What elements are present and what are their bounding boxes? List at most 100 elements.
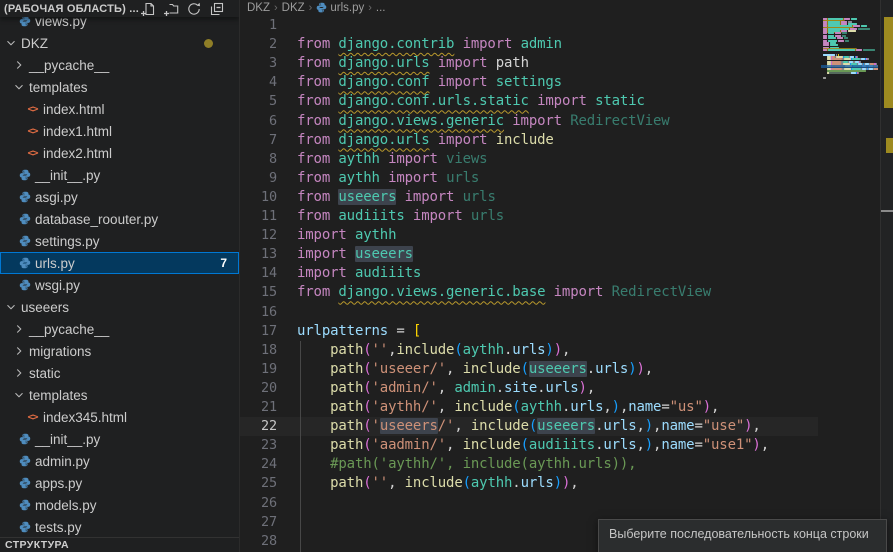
chevron-right-icon[interactable] <box>12 344 26 358</box>
outline-section-header[interactable]: СТРУКТУРА <box>0 537 239 552</box>
tree-item-admin.py[interactable]: admin.py <box>0 450 239 472</box>
tree-item-settings.py[interactable]: settings.py <box>0 230 239 252</box>
code-area[interactable]: 12 from django.contrib import admin3from … <box>240 0 893 552</box>
line-number[interactable]: 27 <box>240 513 277 532</box>
tree-item-index.html[interactable]: <>index.html <box>0 98 239 120</box>
code-line-13[interactable]: 13 import useeers <box>240 245 818 264</box>
line-number[interactable]: 16 <box>240 303 277 322</box>
tree-item-templates[interactable]: templates <box>0 384 239 406</box>
line-number[interactable]: 11 <box>240 207 277 226</box>
code-line-22[interactable]: 22 path('useeers/', include(useeers.urls… <box>240 417 818 436</box>
new-file-icon[interactable] <box>140 1 156 17</box>
line-number[interactable]: 19 <box>240 360 277 379</box>
line-number[interactable]: 7 <box>240 131 277 150</box>
line-number[interactable]: 26 <box>240 494 277 513</box>
code-line-23[interactable]: 23 path('aadmin/', include(audiiits.urls… <box>240 436 818 455</box>
new-folder-icon[interactable] <box>163 1 179 17</box>
code-line-18[interactable]: 18 path('',include(aythh.urls)), <box>240 341 818 360</box>
code-line-24[interactable]: 24 #path('aythh/', include(aythh.urls)), <box>240 455 818 474</box>
editor-pane[interactable]: DKZ›DKZ›urls.py›... 12from django.contri… <box>240 0 893 552</box>
chevron-right-icon[interactable] <box>12 58 26 72</box>
tree-item-migrations[interactable]: migrations <box>0 340 239 362</box>
code-line-25[interactable]: 25 path('', include(aythh.urls)), <box>240 474 818 493</box>
line-number[interactable]: 17 <box>240 322 277 341</box>
line-number[interactable]: 2 <box>240 35 277 54</box>
line-number[interactable]: 20 <box>240 379 277 398</box>
code-line-10[interactable]: 10from useeers import urls <box>240 188 818 207</box>
line-number[interactable]: 25 <box>240 474 277 493</box>
chevron-down-icon[interactable] <box>4 300 18 314</box>
code-line-16[interactable]: 16 <box>240 303 818 322</box>
chevron-down-icon[interactable] <box>12 80 26 94</box>
collapse-folders-icon[interactable] <box>209 1 225 17</box>
code-line-20[interactable]: 20 path('admin/', admin.site.urls), <box>240 379 818 398</box>
chevron-down-icon[interactable] <box>4 36 18 50</box>
tree-item-__init__.py[interactable]: __init__.py <box>0 164 239 186</box>
tree-item-urls.py[interactable]: urls.py7 <box>0 252 239 274</box>
tree-item-DKZ[interactable]: DKZ <box>0 32 239 54</box>
code-line-6[interactable]: 6from django.views.generic import Redire… <box>240 112 818 131</box>
tree-item-apps.py[interactable]: apps.py <box>0 472 239 494</box>
code-line-3[interactable]: 3from django.urls import path <box>240 54 818 73</box>
code-line-21[interactable]: 21 path('aythh/', include(aythh.urls,),n… <box>240 398 818 417</box>
line-number[interactable]: 18 <box>240 341 277 360</box>
code-line-8[interactable]: 8from aythh import views <box>240 150 818 169</box>
line-number[interactable]: 13 <box>240 245 277 264</box>
code-line-7[interactable]: 7from django.urls import include <box>240 131 818 150</box>
line-number[interactable]: 14 <box>240 264 277 283</box>
line-number[interactable]: 3 <box>240 54 277 73</box>
code-text: path('useeer/', include(useeers.urls)), <box>297 360 653 379</box>
code-text: import useeers <box>297 245 413 264</box>
tree-item-useeers[interactable]: useeers <box>0 296 239 318</box>
tree-item-wsgi.py[interactable]: wsgi.py <box>0 274 239 296</box>
tree-item-static[interactable]: static <box>0 362 239 384</box>
chevron-right-icon[interactable] <box>12 366 26 380</box>
chevron-down-icon[interactable] <box>12 388 26 402</box>
tree-item-label: index345.html <box>43 410 127 425</box>
tree-item-models.py[interactable]: models.py <box>0 494 239 516</box>
explorer-section-header[interactable]: (РАБОЧАЯ ОБЛАСТЬ) ... <box>0 0 239 17</box>
tree-item-templates[interactable]: templates <box>0 76 239 98</box>
code-line-26[interactable]: 26 <box>240 494 818 513</box>
tree-item-__pycache__[interactable]: __pycache__ <box>0 54 239 76</box>
line-number[interactable]: 1 <box>240 16 277 35</box>
refresh-explorer-icon[interactable] <box>186 1 202 17</box>
line-number[interactable]: 24 <box>240 455 277 474</box>
code-line-5[interactable]: 5from django.conf.urls.static import sta… <box>240 92 818 111</box>
line-number[interactable]: 10 <box>240 188 277 207</box>
code-line-2[interactable]: 2 from django.contrib import admin <box>240 35 818 54</box>
code-text: from django.contrib import admin <box>297 35 562 54</box>
code-line-12[interactable]: 12import aythh <box>240 226 818 245</box>
line-number[interactable]: 6 <box>240 112 277 131</box>
code-line-14[interactable]: 14import audiiits <box>240 264 818 283</box>
overview-ruler[interactable] <box>880 0 893 552</box>
line-number[interactable]: 28 <box>240 532 277 551</box>
tree-item-index1.html[interactable]: <>index1.html <box>0 120 239 142</box>
line-number[interactable]: 12 <box>240 226 277 245</box>
tree-item-label: tests.py <box>35 520 82 535</box>
tree-item-asgi.py[interactable]: asgi.py <box>0 186 239 208</box>
line-number[interactable]: 15 <box>240 283 277 302</box>
tree-item-database_roouter.py[interactable]: database_roouter.py <box>0 208 239 230</box>
line-number[interactable]: 23 <box>240 436 277 455</box>
line-number[interactable]: 9 <box>240 169 277 188</box>
code-line-4[interactable]: 4from django.conf import settings <box>240 73 818 92</box>
tree-item-__init__.py[interactable]: __init__.py <box>0 428 239 450</box>
line-number[interactable]: 8 <box>240 150 277 169</box>
chevron-right-icon[interactable] <box>12 322 26 336</box>
code-line-15[interactable]: 15from django.views.generic.base import … <box>240 283 818 302</box>
code-line-17[interactable]: 17urlpatterns = [ <box>240 322 818 341</box>
tree-item-index2.html[interactable]: <>index2.html <box>0 142 239 164</box>
minimap[interactable] <box>821 0 878 552</box>
tree-item-tests.py[interactable]: tests.py <box>0 516 239 538</box>
code-line-19[interactable]: 19 path('useeer/', include(useeers.urls)… <box>240 360 818 379</box>
tree-item-index345.html[interactable]: <>index345.html <box>0 406 239 428</box>
line-number[interactable]: 5 <box>240 92 277 111</box>
code-line-9[interactable]: 9from aythh import urls <box>240 169 818 188</box>
code-line-1[interactable]: 1 <box>240 16 818 35</box>
line-number[interactable]: 22 <box>240 417 277 436</box>
line-number[interactable]: 21 <box>240 398 277 417</box>
line-number[interactable]: 4 <box>240 73 277 92</box>
tree-item-__pycache__[interactable]: __pycache__ <box>0 318 239 340</box>
code-line-11[interactable]: 11from audiiits import urls <box>240 207 818 226</box>
